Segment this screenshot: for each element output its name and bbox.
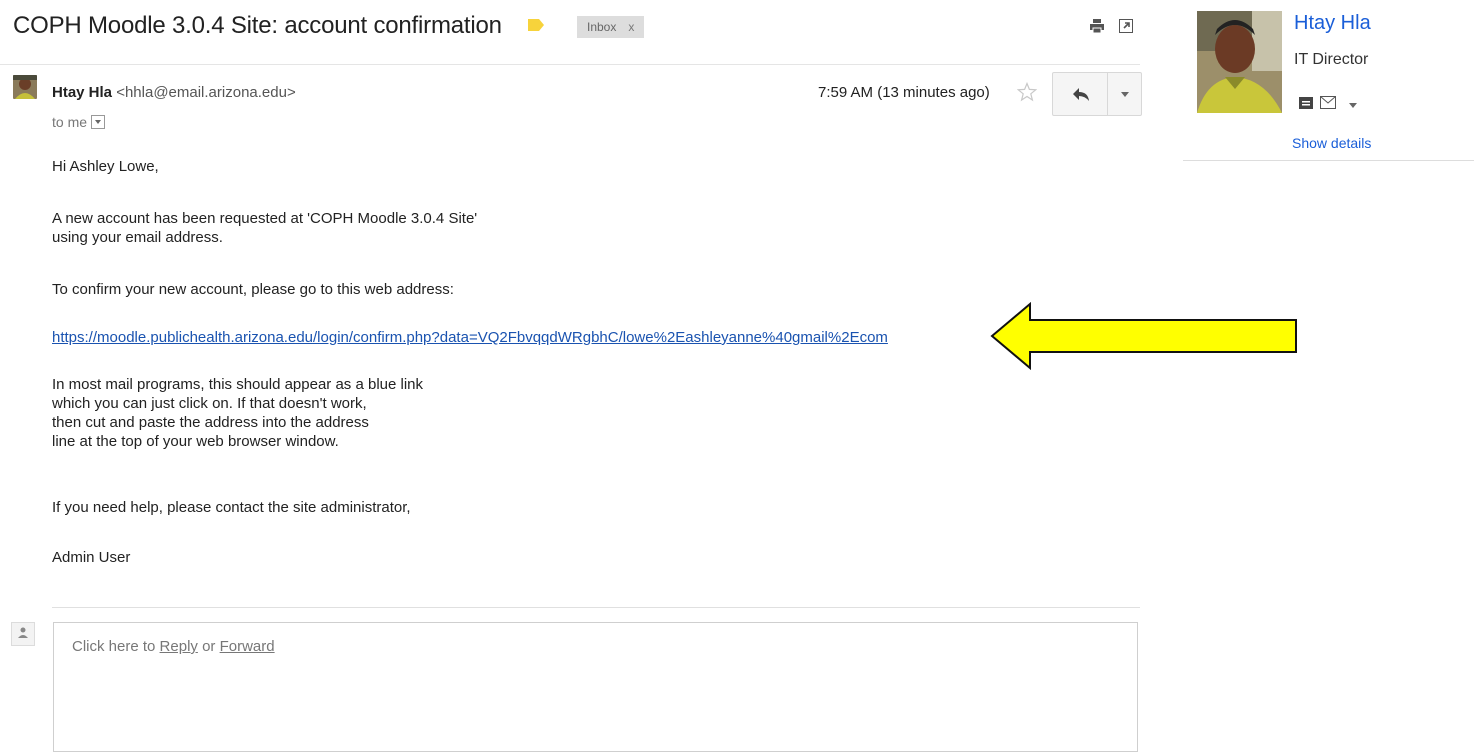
show-details-link[interactable]: Show details xyxy=(1292,135,1371,151)
new-window-icon[interactable] xyxy=(1119,19,1133,33)
label-tag-icon[interactable] xyxy=(528,19,544,31)
greeting-text: Hi Ashley Lowe, xyxy=(52,158,159,175)
star-icon[interactable] xyxy=(1017,82,1037,102)
sender-name[interactable]: Htay Hla xyxy=(52,84,112,101)
paragraph-2: To confirm your new account, please go t… xyxy=(52,280,454,299)
paragraph-3-line-4: line at the top of your web browser wind… xyxy=(52,433,339,450)
person-icon xyxy=(18,627,28,638)
forward-link[interactable]: Forward xyxy=(220,638,275,655)
inbox-label-text: Inbox xyxy=(587,20,617,34)
signature-text: Admin User xyxy=(52,549,131,566)
sender-avatar[interactable] xyxy=(13,75,37,99)
sender-email: <hhla@email.arizona.edu> xyxy=(116,84,296,101)
paragraph-3: In most mail programs, this should appea… xyxy=(52,375,423,451)
paragraph-4: If you need help, please contact the sit… xyxy=(52,498,411,517)
reply-prompt: Click here to Reply or Forward xyxy=(72,638,275,655)
paragraph-1-line-1: A new account has been requested at 'COP… xyxy=(52,210,478,227)
contact-card-icon[interactable] xyxy=(1299,97,1313,109)
recipient-line: to me xyxy=(52,114,106,130)
reply-prompt-or: or xyxy=(202,638,216,655)
remove-label-button[interactable]: x xyxy=(628,20,634,34)
print-icon[interactable] xyxy=(1090,19,1104,33)
email-subject: COPH Moodle 3.0.4 Site: account confirma… xyxy=(13,12,502,39)
signature: Admin User xyxy=(52,548,130,567)
contact-name[interactable]: Htay Hla xyxy=(1294,12,1371,35)
sender-line: Htay Hla <hhla@email.arizona.edu> xyxy=(52,84,296,101)
header-divider xyxy=(0,64,1140,65)
paragraph-1-line-2: using your email address. xyxy=(52,229,223,246)
greeting: Hi Ashley Lowe, xyxy=(52,157,159,176)
reply-prompt-prefix: Click here to xyxy=(72,638,156,655)
paragraph-3-line-2: which you can just click on. If that doe… xyxy=(52,395,367,412)
contact-more-dropdown-icon[interactable] xyxy=(1349,103,1357,108)
paragraph-3-line-1: In most mail programs, this should appea… xyxy=(52,376,424,393)
reply-link[interactable]: Reply xyxy=(160,638,198,655)
more-actions-button[interactable] xyxy=(1107,72,1142,116)
yellow-arrow-annotation xyxy=(990,302,1297,370)
contact-card-divider xyxy=(1183,160,1474,161)
inbox-label-chip[interactable]: Inbox x xyxy=(577,16,645,38)
body-divider xyxy=(52,607,1140,608)
contact-role: IT Director xyxy=(1294,51,1369,68)
reply-button[interactable] xyxy=(1052,72,1108,116)
paragraph-3-line-3: then cut and paste the address into the … xyxy=(52,414,369,431)
contact-photo[interactable] xyxy=(1197,11,1282,113)
reply-icon xyxy=(1073,88,1089,101)
message-time: 7:59 AM (13 minutes ago) xyxy=(818,84,990,101)
paragraph-1: A new account has been requested at 'COP… xyxy=(52,209,477,247)
recipient-text: to me xyxy=(52,114,88,130)
paragraph-4-text: If you need help, please contact the sit… xyxy=(52,499,411,516)
email-icon[interactable] xyxy=(1320,96,1336,109)
paragraph-2-text: To confirm your new account, please go t… xyxy=(52,281,454,298)
my-avatar xyxy=(11,622,35,646)
show-details-dropdown-icon[interactable] xyxy=(91,115,106,129)
confirm-account-link[interactable]: https://moodle.publichealth.arizona.edu/… xyxy=(52,329,888,346)
